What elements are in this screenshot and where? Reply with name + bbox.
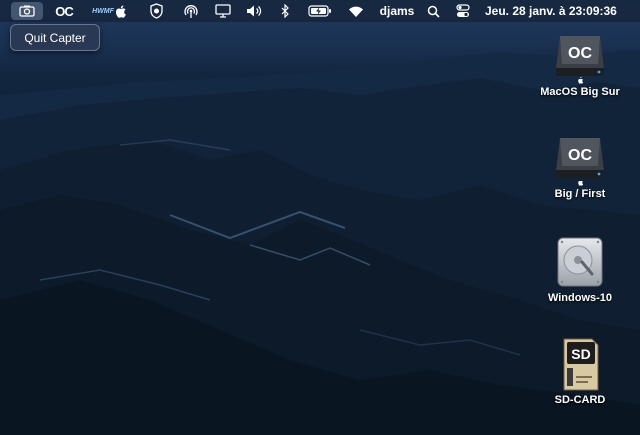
vpn-shield-icon[interactable] — [148, 2, 164, 20]
wifi-icon[interactable] — [347, 2, 365, 20]
internal-hard-drive-icon — [550, 234, 610, 290]
battery-charging-icon — [308, 2, 332, 20]
search-icon[interactable] — [426, 2, 440, 20]
desktop-icon-label: MacOS Big Sur — [540, 86, 620, 98]
desktop-icon-macos-big-sur[interactable]: OC MacOS Big Sur — [525, 28, 635, 98]
capter-camera-icon[interactable] — [11, 2, 43, 20]
tooltip-text: Quit Capter — [24, 30, 86, 45]
desktop-icon-label: Windows-10 — [547, 292, 613, 304]
desktop-icon-label: SD-CARD — [554, 394, 606, 406]
opencore-drive-icon: OC — [550, 130, 610, 186]
quit-capter-tooltip[interactable]: Quit Capter — [10, 24, 100, 51]
opencore-menu-item[interactable]: OC — [53, 2, 75, 20]
airdrop-icon[interactable] — [183, 2, 199, 20]
hwmonitor-menu-item[interactable]: HWMF — [92, 2, 114, 20]
desktop-icon-label: Big / First — [554, 188, 606, 200]
user-name-menu-item[interactable]: djams — [379, 2, 415, 20]
sd-card-icon: SD — [550, 336, 610, 392]
apple-icon[interactable] — [115, 2, 127, 20]
bluetooth-icon[interactable] — [279, 2, 291, 20]
control-center-icon[interactable] — [455, 2, 471, 20]
display-icon[interactable] — [214, 2, 232, 20]
desktop-icon-windows-10[interactable]: Windows-10 — [525, 234, 635, 304]
svg-text:OC: OC — [568, 147, 592, 164]
menu-bar: OC HWMF djams Jeu. 28 janv. à 23:09:36 — [0, 0, 640, 22]
svg-text:OC: OC — [568, 45, 592, 62]
menu-bar-clock[interactable]: Jeu. 28 janv. à 23:09:36 — [485, 2, 635, 20]
desktop-icon-big-first[interactable]: OC Big / First — [525, 130, 635, 200]
volume-icon[interactable] — [246, 2, 264, 20]
desktop-icon-sd-card[interactable]: SD SD-CARD — [525, 336, 635, 406]
svg-text:SD: SD — [571, 346, 590, 362]
opencore-drive-icon: OC — [550, 28, 610, 84]
